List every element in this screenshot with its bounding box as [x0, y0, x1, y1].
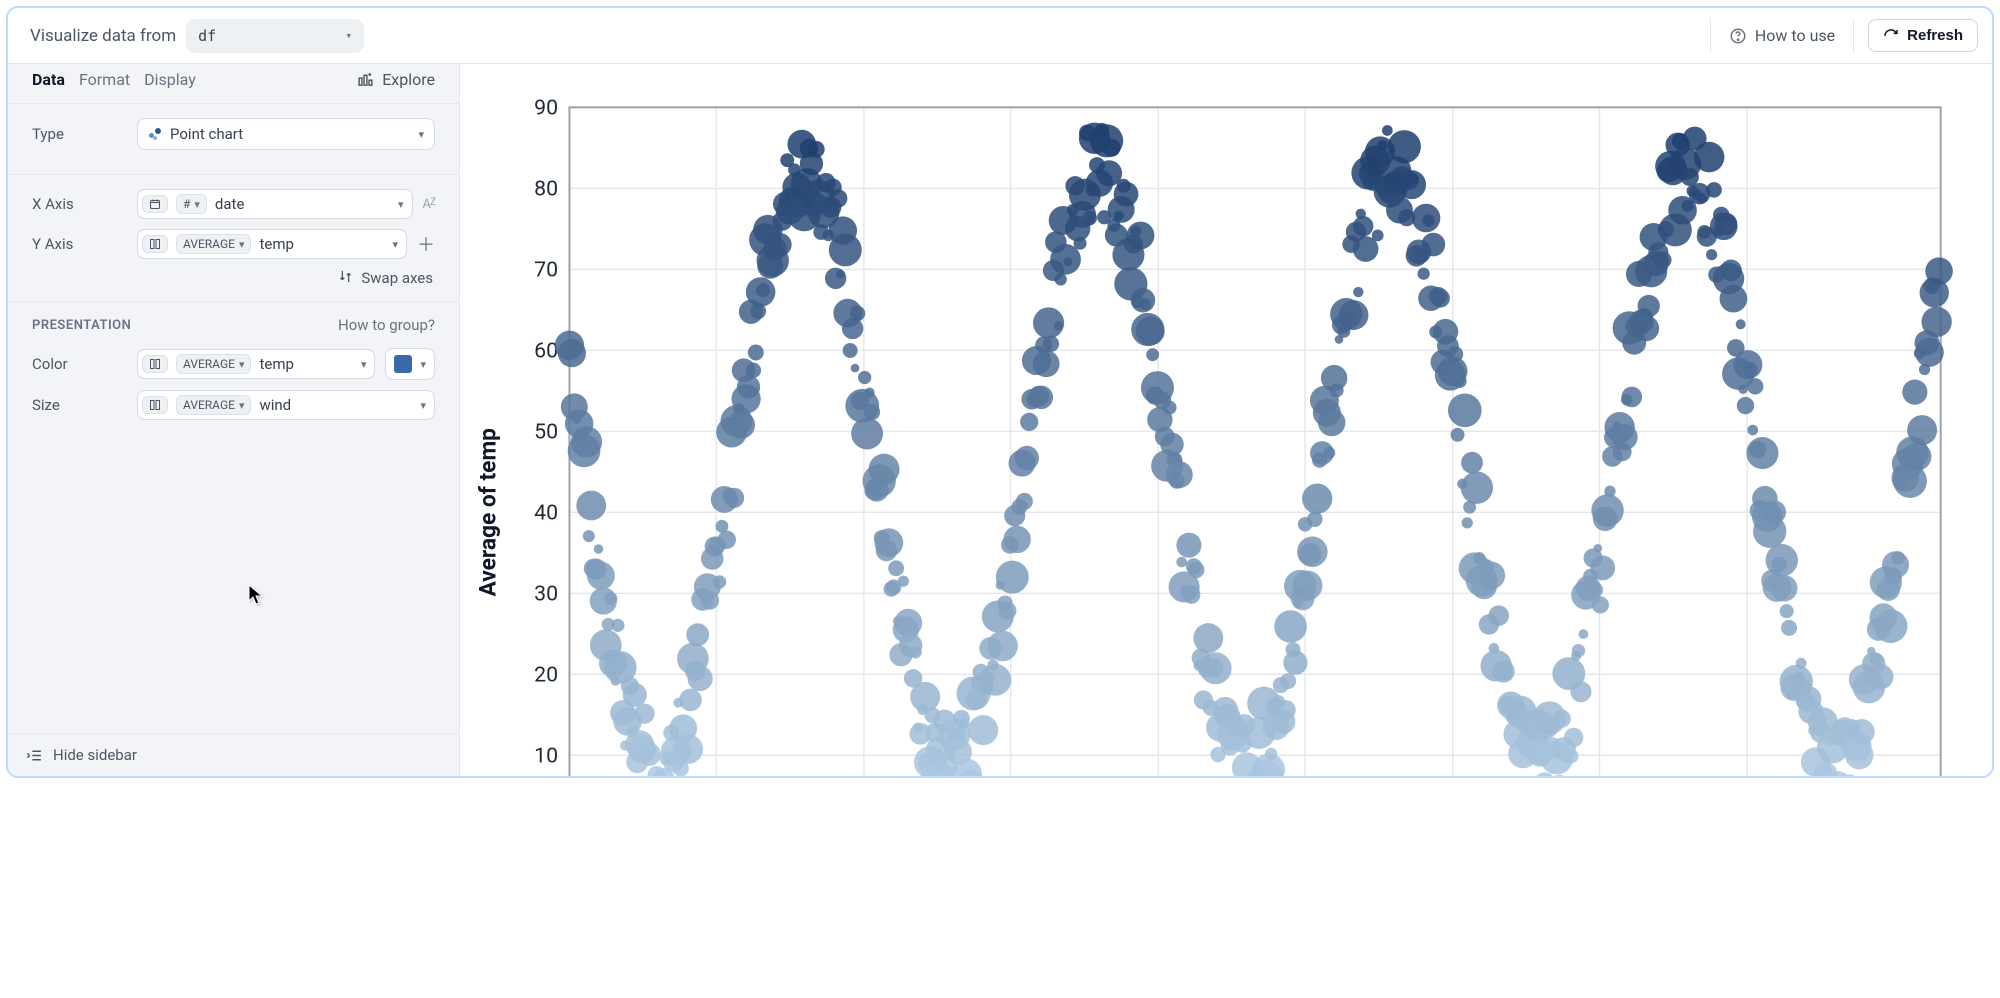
tab-data[interactable]: Data — [32, 70, 65, 89]
app-container: Visualize data from df ▾ How to use Refr… — [6, 6, 1994, 778]
tab-format[interactable]: Format — [79, 70, 130, 89]
yaxis-field-select[interactable]: AVERAGE ▾ temp ▾ — [137, 229, 407, 259]
topbar: Visualize data from df ▾ How to use Refr… — [8, 8, 1992, 64]
color-field-value: temp — [259, 355, 352, 373]
size-label: Size — [32, 396, 127, 414]
refresh-button[interactable]: Refresh — [1868, 19, 1978, 52]
chevron-down-icon: ▾ — [361, 358, 367, 371]
how-to-use-link[interactable]: How to use — [1710, 18, 1854, 53]
scatter-chart[interactable]: -1001020304050607080902018July2019July20… — [470, 84, 1962, 778]
chart-type-select[interactable]: Point chart ▾ — [137, 118, 435, 150]
svg-text:20: 20 — [534, 662, 558, 687]
chevron-down-icon: ▾ — [346, 29, 353, 42]
cursor-icon — [248, 584, 264, 606]
layout-icon — [142, 235, 168, 253]
layout-icon — [142, 396, 168, 414]
swap-icon — [338, 269, 353, 287]
swap-axes-label: Swap axes — [361, 269, 433, 287]
add-yaxis-icon[interactable]: ＋ — [417, 231, 435, 257]
chevron-down-icon: ▾ — [398, 198, 404, 211]
number-type-pill[interactable]: # ▾ — [176, 194, 207, 214]
how-to-use-label: How to use — [1755, 26, 1835, 45]
chevron-down-icon: ▾ — [420, 399, 426, 412]
size-field-value: wind — [259, 396, 412, 414]
how-to-group-link[interactable]: How to group? — [338, 316, 435, 334]
refresh-label: Refresh — [1907, 27, 1963, 44]
explore-button[interactable]: Explore — [357, 70, 435, 89]
xaxis-field-value: date — [215, 195, 390, 213]
svg-text:10: 10 — [534, 743, 558, 768]
explore-label: Explore — [382, 70, 435, 89]
visualize-label: Visualize data from — [30, 26, 176, 46]
color-label: Color — [32, 355, 127, 373]
svg-text:Average of temp: Average of temp — [475, 428, 502, 597]
type-label: Type — [32, 125, 127, 143]
yaxis-agg-pill[interactable]: AVERAGE ▾ — [176, 234, 251, 254]
main-panel: -1001020304050607080902018July2019July20… — [460, 64, 1992, 776]
chevron-down-icon: ▾ — [420, 358, 426, 371]
dataframe-select[interactable]: df ▾ — [186, 19, 364, 53]
hide-sidebar-button[interactable]: Hide sidebar — [8, 733, 459, 776]
swap-axes-button[interactable]: Swap axes — [32, 269, 435, 287]
svg-text:70: 70 — [534, 257, 558, 282]
sort-az-icon[interactable]: AZ — [423, 197, 435, 212]
color-agg-pill[interactable]: AVERAGE ▾ — [176, 354, 251, 374]
color-swatch-select[interactable]: ▾ — [385, 348, 435, 380]
color-swatch — [394, 355, 412, 373]
svg-text:50: 50 — [534, 419, 558, 444]
size-field-select[interactable]: AVERAGE ▾ wind ▾ — [137, 390, 435, 420]
chevron-down-icon: ▾ — [392, 238, 398, 251]
yaxis-field-value: temp — [259, 235, 384, 253]
refresh-icon — [1883, 28, 1899, 44]
yaxis-label: Y Axis — [32, 235, 127, 253]
tab-display[interactable]: Display — [144, 70, 196, 89]
xaxis-field-select[interactable]: # ▾ date ▾ — [137, 189, 413, 219]
size-agg-pill[interactable]: AVERAGE ▾ — [176, 395, 251, 415]
presentation-title: PRESENTATION — [32, 318, 131, 333]
help-icon — [1729, 27, 1747, 45]
calendar-icon — [142, 195, 168, 213]
dataframe-value: df — [198, 27, 216, 45]
svg-text:90: 90 — [534, 95, 558, 120]
svg-text:30: 30 — [534, 581, 558, 606]
scatter-icon — [148, 127, 162, 141]
chart-type-value: Point chart — [170, 125, 243, 143]
chart-area: -1001020304050607080902018July2019July20… — [460, 64, 1992, 778]
explore-icon — [357, 71, 374, 88]
layout-icon — [142, 355, 168, 373]
hide-sidebar-label: Hide sidebar — [53, 746, 137, 764]
color-field-select[interactable]: AVERAGE ▾ temp ▾ — [137, 349, 375, 379]
collapse-icon — [26, 747, 43, 764]
svg-text:80: 80 — [534, 176, 558, 201]
svg-text:60: 60 — [534, 338, 558, 363]
chevron-down-icon: ▾ — [418, 128, 424, 141]
xaxis-label: X Axis — [32, 195, 127, 213]
sidebar: Data Format Display Explore Type — [8, 64, 460, 776]
svg-text:40: 40 — [534, 500, 558, 525]
